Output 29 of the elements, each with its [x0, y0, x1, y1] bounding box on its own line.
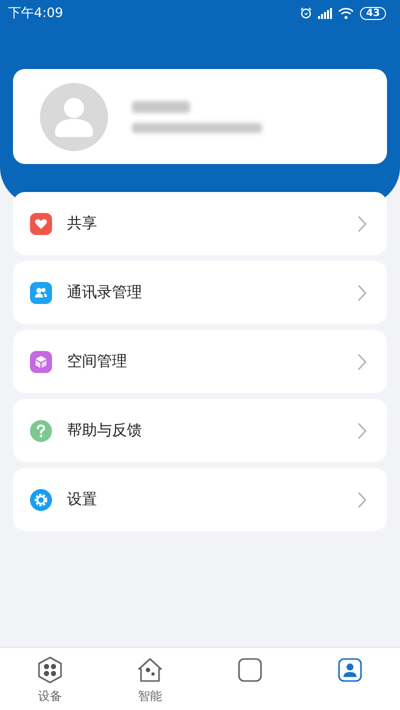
wifi-icon	[338, 7, 354, 19]
battery-indicator: 43	[360, 6, 386, 20]
menu-item[interactable]: 空间管理	[13, 330, 387, 393]
chevron-icon	[357, 352, 367, 370]
nav-tab[interactable]: 智能	[100, 648, 200, 710]
alarm-icon	[300, 7, 312, 19]
chevron-icon	[357, 490, 367, 508]
menu-label: 共享	[67, 214, 98, 233]
house-icon	[136, 656, 164, 684]
menu-label: 设置	[67, 490, 98, 509]
menu-item[interactable]: 通讯录管理	[13, 261, 387, 324]
chevron-icon	[357, 214, 367, 232]
avatar-icon	[40, 82, 108, 150]
menu-label: 空间管理	[67, 352, 128, 371]
chevron-icon	[357, 422, 367, 440]
signal-icon	[318, 8, 332, 18]
square-icon	[236, 656, 264, 684]
chevron-icon	[357, 284, 367, 302]
menu-label: 通讯录管理	[67, 283, 143, 302]
nav-tab[interactable]: 设备	[0, 648, 100, 710]
menu-label: 帮助与反馈	[67, 421, 143, 440]
hexagon-icon	[36, 656, 64, 684]
status-time: 下午4:09	[8, 5, 64, 22]
person-icon	[336, 656, 364, 684]
blurred-name	[132, 100, 190, 112]
menu-item[interactable]: 帮助与反馈	[13, 399, 387, 462]
menu-item[interactable]: 共享	[13, 192, 387, 255]
profile-card[interactable]	[13, 69, 387, 164]
menu-item[interactable]: 设置	[13, 468, 387, 531]
